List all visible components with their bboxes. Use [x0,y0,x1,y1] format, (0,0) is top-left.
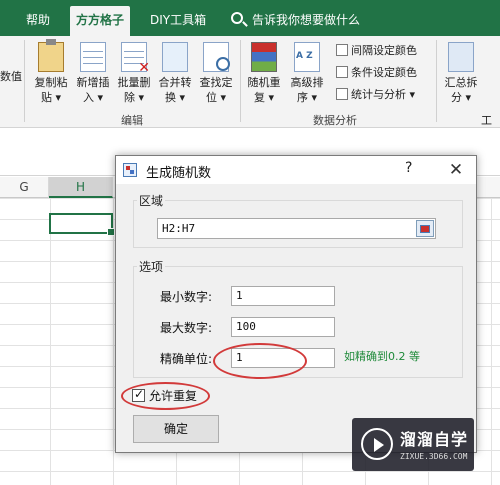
find-locate-button[interactable]: 查找定 位 ▾ [195,42,237,105]
ribbon-tab-bar: 帮助 方方格子 DIY工具箱 告诉我你想要做什么 [0,0,500,36]
ribbon-left-edge-label[interactable]: 数值 [0,68,22,84]
button-label: 间隔设定颜色 [351,44,417,57]
button-label: 汇总拆 [444,76,478,89]
button-label: 查找定 [199,76,233,89]
button-label: 除 ▾ [123,91,145,104]
merge-convert-button[interactable]: 合并转 换 ▾ [154,42,196,105]
condition-color-button[interactable]: 条件设定颜色 [336,63,417,83]
paste-icon [38,39,64,72]
button-label: 复 ▾ [253,91,275,104]
button-label: 新增插 [76,76,110,89]
button-label: 统计与分析 ▾ [351,88,416,101]
button-label: 复制粘 [34,76,68,89]
interval-color-button[interactable]: 间隔设定颜色 [336,41,417,61]
play-logo-icon [361,428,393,460]
group-separator [24,40,25,122]
max-number-input[interactable]: 100 [231,317,335,337]
button-label: 换 ▾ [164,91,186,104]
data-analysis-group-label: 数据分析 [313,114,357,127]
button-label: 贴 ▾ [40,91,62,104]
button-label: 分 ▾ [450,91,472,104]
button-label: 条件设定颜色 [351,66,417,79]
watermark-title: 溜溜自学 [400,430,469,449]
search-icon[interactable] [231,12,243,24]
ribbon-panel: 数值 复制粘 贴 ▾ 新增插 入 ▾ 批量删 除 ▾ 合并转 换 ▾ 查找定 位… [0,36,500,143]
edit-group-label: 编辑 [121,114,143,127]
random-icon [251,42,277,72]
annotation-circle-precision [213,343,307,379]
range-legend: 区域 [137,192,166,209]
button-label: 序 ▾ [296,91,318,104]
condition-color-icon [336,66,348,78]
ok-button[interactable]: 确定 [133,415,219,443]
watermark: 溜溜自学 ZIXUE.3D66.COM [352,418,474,471]
button-label: 高级排 [290,76,324,89]
options-legend: 选项 [137,258,166,275]
button-label: 合并转 [158,76,192,89]
dialog-title-bar[interactable]: 生成随机数 ? ✕ [116,156,476,184]
tab-help[interactable]: 帮助 [20,6,56,36]
app-icon [123,163,137,177]
active-cell[interactable] [49,213,115,236]
button-label: 批量删 [117,76,151,89]
insert-button[interactable]: 新增插 入 ▾ [72,42,114,105]
tell-me-search[interactable]: 告诉我你想要做什么 [246,6,366,36]
watermark-subtitle: ZIXUE.3D66.COM [400,452,468,461]
sort-icon [294,42,320,72]
range-select-icon[interactable] [416,220,434,237]
precision-label: 精确单位: [160,352,213,366]
advanced-sort-button[interactable]: 高级排 序 ▾ [286,42,328,105]
min-number-label: 最小数字: [160,290,213,304]
tab-diy-toolbox[interactable]: DIY工具箱 [144,6,212,36]
summary-split-button[interactable]: 汇总拆 分 ▾ [440,42,482,105]
dialog-title: 生成随机数 [146,166,212,181]
insert-table-icon [80,42,106,72]
annotation-circle-allow-repeat [121,382,210,410]
statistics-icon [336,88,348,100]
merge-icon [162,42,188,72]
min-number-input[interactable]: 1 [231,286,335,306]
max-number-label: 最大数字: [160,321,213,335]
group-separator [436,40,437,122]
grid-color-icon [336,44,348,56]
button-label: 位 ▾ [205,91,227,104]
delete-icon [121,42,150,75]
split-icon [448,42,474,72]
range-input[interactable]: H2:H7 [157,218,436,239]
column-header-g[interactable]: G [0,177,49,198]
button-label: 随机重 [247,76,281,89]
find-icon [203,42,230,72]
button-label: 入 ▾ [82,91,104,104]
random-repeat-button[interactable]: 随机重 复 ▾ [243,42,285,105]
close-icon[interactable]: ✕ [442,157,470,183]
precision-hint: 如精确到0.2 等 [344,350,420,363]
help-button[interactable]: ? [405,160,412,176]
copy-paste-button[interactable]: 复制粘 贴 ▾ [30,39,72,105]
batch-delete-button[interactable]: 批量删 除 ▾ [113,42,155,105]
column-header-h[interactable]: H [49,177,113,198]
statistics-analysis-button[interactable]: 统计与分析 ▾ [336,85,415,105]
group-separator [240,40,241,122]
tab-fangfang-gezi[interactable]: 方方格子 [70,6,131,36]
